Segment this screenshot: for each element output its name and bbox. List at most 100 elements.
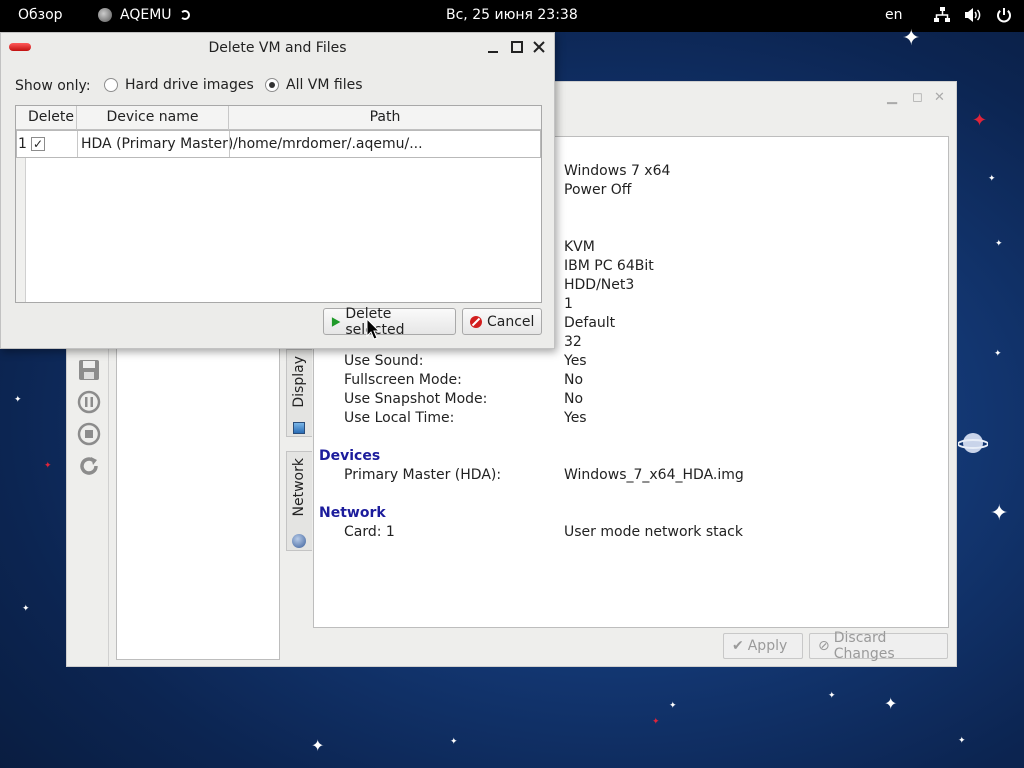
info-value: KVM (564, 239, 595, 255)
row-number: 1 (18, 136, 27, 152)
info-value: Power Off (564, 182, 632, 198)
planet-decoration (958, 433, 988, 453)
network-icon (934, 7, 950, 22)
check-icon: ✔ (732, 638, 744, 654)
clock[interactable]: Вс, 25 июня 23:38 (446, 7, 578, 23)
column-header-device-name[interactable]: Device name (77, 106, 229, 130)
loading-spinner-icon (179, 10, 190, 20)
column-header-path[interactable]: Path (229, 106, 541, 130)
info-label: Fullscreen Mode: (344, 372, 462, 388)
discard-changes-button[interactable]: ⊘ Discard Changes (809, 630, 948, 662)
info-value: Windows 7 x64 (564, 163, 671, 179)
info-value: Windows_7_x64_HDA.img (564, 467, 744, 483)
path-cell: /home/mrdomer/.aqemu/... (233, 136, 423, 152)
reset-icon[interactable] (77, 454, 101, 478)
delete-checkbox[interactable]: ✓ (31, 137, 45, 151)
column-separator (229, 131, 230, 157)
info-value: Default (564, 315, 616, 331)
save-icon[interactable] (77, 358, 101, 382)
maximize-icon[interactable] (509, 39, 525, 55)
play-icon (331, 316, 341, 327)
info-value: IBM PC 64Bit (564, 258, 654, 274)
app-menu-label: AQEMU (120, 7, 172, 23)
star-decoration: ✦ (828, 691, 836, 701)
tab-display-label: Display (291, 356, 307, 408)
pause-icon[interactable] (77, 390, 101, 414)
info-value: No (564, 391, 584, 407)
radio-indicator (104, 78, 118, 92)
info-value: No (564, 372, 584, 388)
star-decoration: ✦ (902, 26, 921, 51)
radio-hard-drive-images[interactable]: Hard drive images (104, 77, 254, 93)
star-decoration: ✦ (972, 110, 988, 131)
star-decoration: ✦ (958, 736, 966, 746)
info-value: User mode network stack (564, 524, 743, 540)
star-decoration: ✦ (44, 461, 52, 471)
dialog-titlebar[interactable]: Delete VM and Files (1, 33, 554, 63)
minimize-icon[interactable]: ▁ (887, 90, 897, 105)
tab-network[interactable]: Network (286, 451, 312, 551)
device-name-cell: HDA (Primary Master) (81, 136, 234, 152)
power-icon (997, 8, 1011, 23)
info-value: Yes (564, 353, 587, 369)
star-decoration: ✦ (450, 737, 458, 747)
star-decoration: ✦ (14, 395, 22, 405)
star-decoration: ✦ (652, 717, 660, 727)
tab-display[interactable]: Display (286, 349, 312, 437)
star-decoration: ✦ (669, 701, 677, 711)
info-value: Yes (564, 410, 587, 426)
info-label: Use Sound: (344, 353, 424, 369)
vm-list[interactable] (116, 342, 280, 660)
info-label: Primary Master (HDA): (344, 467, 502, 483)
aqemu-app-icon (98, 8, 112, 22)
close-icon[interactable]: ✕ (934, 90, 945, 105)
info-label: Use Snapshot Mode: (344, 391, 488, 407)
radio-label: All VM files (286, 77, 363, 93)
star-decoration: ✦ (990, 501, 1009, 526)
maximize-icon[interactable]: ◻ (912, 90, 923, 105)
table-row[interactable]: 1 ✓ HDA (Primary Master) /home/mrdomer/.… (16, 130, 541, 158)
app-menu[interactable]: AQEMU (98, 7, 190, 23)
delete-vm-dialog: Delete VM and Files Show only: Hard driv… (0, 32, 555, 349)
info-value: 1 (564, 296, 573, 312)
star-decoration: ✦ (22, 604, 30, 614)
network-globe-icon (292, 534, 306, 548)
discard-icon: ⊘ (818, 638, 830, 654)
star-decoration: ✦ (884, 694, 898, 713)
radio-all-vm-files[interactable]: All VM files (265, 77, 363, 93)
cancel-label: Cancel (487, 313, 535, 330)
info-value: 32 (564, 334, 582, 350)
dialog-title: Delete VM and Files (208, 40, 347, 56)
star-decoration: ✦ (995, 239, 1003, 249)
network-section-header: Network (319, 505, 386, 521)
cancel-icon (470, 315, 482, 328)
files-table: Delete Device name Path 1 ✓ HDA (Primary… (15, 105, 542, 303)
mouse-cursor-icon (366, 318, 380, 340)
tab-network-label: Network (291, 458, 307, 517)
info-label: Card: 1 (344, 524, 395, 540)
radio-label: Hard drive images (125, 77, 254, 93)
minimize-icon[interactable] (485, 39, 501, 55)
display-icon (293, 422, 305, 434)
language-indicator[interactable]: en (885, 7, 903, 23)
show-only-label: Show only: (15, 78, 91, 94)
column-header-delete[interactable]: Delete (26, 106, 77, 130)
cancel-button[interactable]: Cancel (462, 308, 542, 335)
apply-button[interactable]: ✔ Apply (723, 633, 803, 659)
top-bar: Обзор AQEMU Вс, 25 июня 23:38 en (0, 0, 1024, 32)
close-icon[interactable] (531, 39, 547, 55)
info-value: HDD/Net3 (564, 277, 635, 293)
apply-button-label: Apply (747, 638, 788, 654)
system-tray[interactable] (934, 7, 1012, 23)
delete-selected-button[interactable]: Delete selected (323, 305, 456, 338)
devices-section-header: Devices (319, 448, 381, 464)
info-label: Use Local Time: (344, 410, 455, 426)
column-separator (77, 131, 78, 157)
discard-button-label: Discard Changes (833, 630, 895, 662)
activities-button[interactable]: Обзор (18, 7, 63, 23)
delete-selected-label: Delete selected (345, 305, 404, 338)
star-decoration: ✦ (311, 736, 325, 755)
volume-icon (965, 8, 981, 22)
vm-control-toolbar (67, 332, 109, 667)
stop-icon[interactable] (77, 422, 101, 446)
